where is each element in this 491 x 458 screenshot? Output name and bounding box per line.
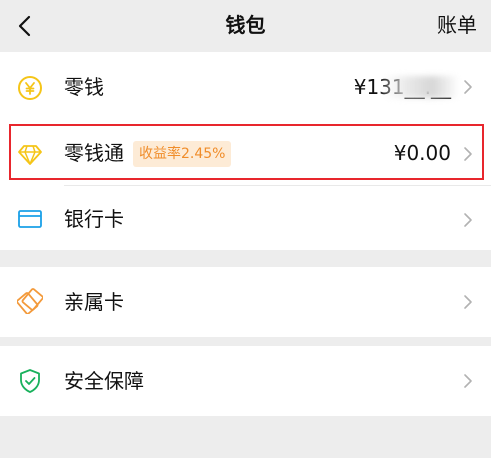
bill-button[interactable]: 账单 [437, 0, 477, 52]
row-label-bank-card: 银行卡 [64, 207, 124, 231]
row-family-card[interactable]: 亲属卡 [0, 267, 491, 337]
chevron-right-icon [464, 374, 472, 388]
chevron-right-icon [464, 295, 472, 309]
bank-card-icon [18, 210, 42, 228]
shield-check-icon [20, 369, 40, 393]
nav-bar: 钱包 账单 [0, 0, 491, 52]
highlight-box [9, 124, 484, 180]
row-label-family-card: 亲属卡 [64, 290, 124, 314]
row-label-change: 零钱 [64, 75, 104, 99]
yuan-coin-icon [18, 76, 42, 100]
family-card-icon [17, 288, 43, 314]
chevron-right-icon [464, 213, 472, 227]
row-label-security: 安全保障 [64, 369, 144, 393]
chevron-right-icon [464, 80, 472, 94]
blurred-balance-mask [383, 76, 459, 98]
page-title: 钱包 [225, 13, 266, 37]
row-bank-card[interactable]: 银行卡 [0, 186, 491, 250]
row-security[interactable]: 安全保障 [0, 346, 491, 416]
